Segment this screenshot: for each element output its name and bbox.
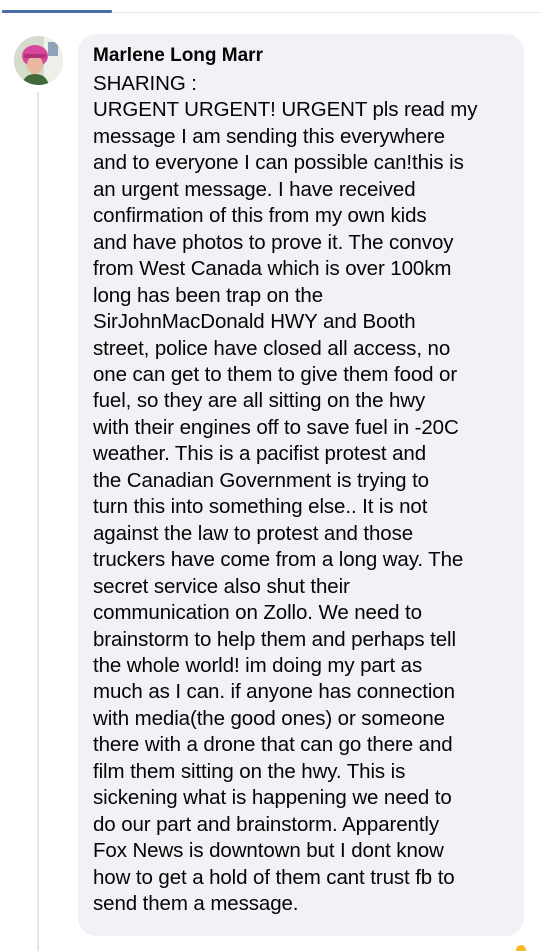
comment-bubble: Marlene Long Marr SHARING : URGENT URGEN… (78, 34, 524, 936)
profile-photo-icon (14, 36, 63, 85)
active-tab-indicator (2, 10, 112, 13)
comment-text: SHARING : URGENT URGENT! URGENT pls read… (93, 72, 478, 916)
avatar[interactable] (14, 36, 63, 85)
comment-author[interactable]: Marlene Long Marr (93, 44, 514, 68)
reaction-icon[interactable] (516, 945, 526, 951)
reply-thread-line (37, 92, 39, 951)
